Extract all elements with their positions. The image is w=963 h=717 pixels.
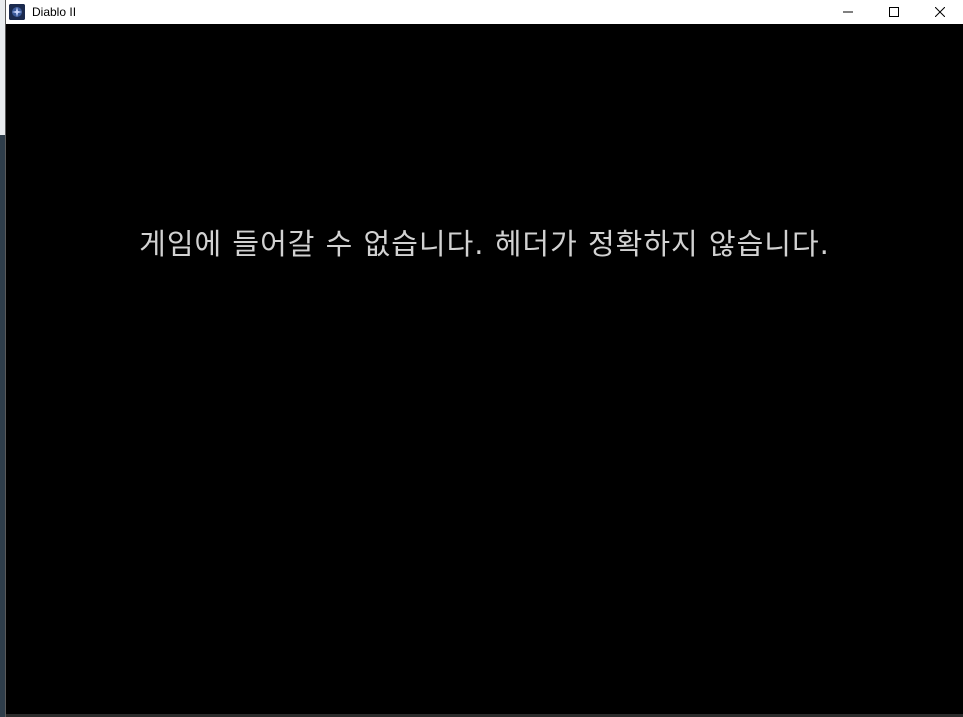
window-title: Diablo II	[32, 5, 77, 19]
title-bar[interactable]: Diablo II	[6, 0, 963, 24]
game-client-area[interactable]: 게임에 들어갈 수 없습니다. 헤더가 정확하지 않습니다.	[6, 24, 963, 714]
window-controls	[825, 0, 963, 24]
maximize-button[interactable]	[871, 0, 917, 24]
diablo-ii-app-icon[interactable]	[9, 4, 25, 20]
diablo-ii-window: Diablo II 게임에 들어갈 수 없습니다. 헤더가 정확하지 않습니다.	[5, 0, 963, 717]
close-icon	[935, 7, 945, 17]
close-button[interactable]	[917, 0, 963, 24]
minimize-button[interactable]	[825, 0, 871, 24]
minimize-icon	[843, 11, 853, 13]
maximize-icon	[889, 7, 899, 17]
error-message: 게임에 들어갈 수 없습니다. 헤더가 정확하지 않습니다.	[139, 227, 830, 261]
